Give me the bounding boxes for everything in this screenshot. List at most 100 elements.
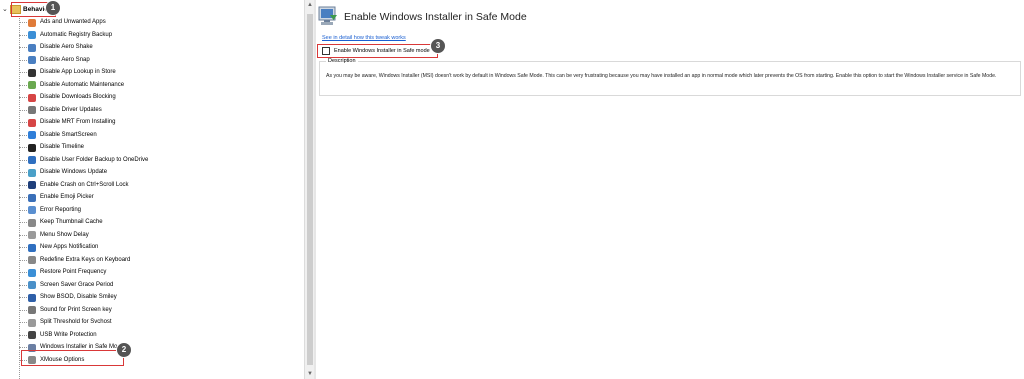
tree-item[interactable]: Disable App Lookup in Store bbox=[19, 66, 116, 79]
tree-item-label: Enable Emoji Picker bbox=[40, 194, 94, 200]
description-text: As you may be aware, Windows Installer (… bbox=[326, 73, 997, 79]
tree-item[interactable]: Disable SmartScreen bbox=[19, 129, 97, 142]
badge-3: 3 bbox=[430, 38, 446, 54]
tree-connector bbox=[19, 209, 27, 211]
tweak-icon bbox=[28, 106, 36, 114]
tweak-icon bbox=[28, 256, 36, 264]
tree-connector bbox=[19, 97, 27, 98]
scroll-up-icon[interactable]: ▲ bbox=[307, 2, 313, 8]
badge-2: 2 bbox=[116, 342, 132, 358]
tweak-icon bbox=[28, 318, 36, 327]
tweak-icon bbox=[28, 93, 36, 102]
tree-item[interactable]: Menu Show Delay bbox=[19, 229, 89, 242]
tree-connector bbox=[19, 347, 27, 348]
tree-item[interactable]: Enable Crash on Ctrl+Scroll Lock bbox=[19, 179, 129, 192]
tree-connector bbox=[19, 122, 27, 123]
tree-connector bbox=[19, 72, 27, 73]
tweak-icon bbox=[28, 168, 36, 177]
tree-item-label: Error Reporting bbox=[40, 206, 82, 213]
tweak-icon bbox=[28, 68, 36, 77]
tree-item[interactable]: Disable Downloads Blocking bbox=[19, 91, 116, 104]
highlight-selected-item bbox=[21, 350, 124, 366]
tree-connector bbox=[19, 322, 27, 323]
tree-item-label: Disable Windows Update bbox=[40, 169, 108, 175]
tree-item[interactable]: Disable Aero Shake bbox=[19, 41, 93, 54]
tree-item[interactable]: Ads and Unwanted Apps bbox=[19, 16, 106, 29]
tweak-icon bbox=[28, 206, 36, 214]
tree-item[interactable]: Automatic Registry Backup bbox=[19, 29, 112, 42]
tree-connector bbox=[19, 34, 27, 36]
tweak-details-link[interactable]: See in detail how this tweak works bbox=[322, 35, 406, 41]
tree-item-label: Disable MRT From Installing bbox=[40, 119, 116, 125]
tree-item-label: Disable Automatic Maintenance bbox=[40, 81, 125, 88]
tweak-icon bbox=[28, 31, 36, 39]
tree-item-label: Split Threshold for Svchost bbox=[40, 319, 112, 325]
tree-connector bbox=[19, 184, 27, 186]
tweak-icon bbox=[28, 181, 36, 189]
tree-connector bbox=[19, 109, 27, 111]
tree-item[interactable]: USB Write Protection bbox=[19, 329, 97, 342]
tree-connector bbox=[19, 297, 27, 298]
tree-item[interactable]: Disable Windows Update bbox=[19, 166, 107, 179]
tweak-tree[interactable]: ⌄ Behavior Ads and Unwanted Apps Automatic… bbox=[0, 0, 304, 379]
scroll-down-icon[interactable]: ▼ bbox=[307, 371, 313, 377]
tree-item-label: Disable Aero Shake bbox=[40, 44, 93, 50]
tree-item-label: Redefine Extra Keys on Keyboard bbox=[40, 256, 131, 263]
tree-item[interactable]: Screen Saver Grace Period bbox=[19, 279, 113, 292]
tree-connector bbox=[19, 159, 27, 161]
tree-scrollbar[interactable]: ▲ ▼ bbox=[304, 0, 314, 379]
tweak-icon bbox=[28, 218, 36, 227]
tree-item[interactable]: Disable Aero Snap bbox=[19, 54, 90, 67]
description-group: Description As you may be aware, Windows… bbox=[319, 58, 1021, 96]
tree-item-label: Restore Point Frequency bbox=[40, 269, 107, 275]
tweak-icon bbox=[28, 43, 36, 52]
tree-connector bbox=[19, 334, 27, 336]
tree-connector bbox=[19, 197, 27, 198]
tree-item-label: Ads and Unwanted Apps bbox=[40, 19, 106, 25]
tree-item[interactable]: Split Threshold for Svchost bbox=[19, 316, 112, 329]
page-title: Enable Windows Installer in Safe Mode bbox=[344, 11, 527, 23]
tree-connector bbox=[19, 259, 27, 261]
tweak-icon bbox=[28, 81, 36, 89]
tree-item[interactable]: Sound for Print Screen key bbox=[19, 304, 112, 317]
highlight-checkbox bbox=[317, 44, 438, 58]
tree-connector bbox=[19, 234, 27, 236]
tree-item-label: Disable Aero Snap bbox=[40, 56, 90, 63]
tree-connector bbox=[19, 134, 27, 136]
tree-item-label: Disable Timeline bbox=[40, 144, 85, 150]
tweak-icon bbox=[28, 306, 36, 314]
tree-item[interactable]: New Apps Notification bbox=[19, 241, 98, 254]
badge-1: 1 bbox=[45, 0, 61, 16]
tree-item[interactable]: Keep Thumbnail Cache bbox=[19, 216, 103, 229]
tweak-icon bbox=[28, 118, 36, 127]
tree-item-label: Menu Show Delay bbox=[40, 231, 89, 238]
tree-connector bbox=[19, 47, 27, 48]
tweak-icon bbox=[28, 193, 36, 202]
tree-item-label: Keep Thumbnail Cache bbox=[40, 219, 103, 225]
tweak-icon bbox=[28, 281, 36, 289]
tree-item[interactable]: Restore Point Frequency bbox=[19, 266, 106, 279]
tree-item[interactable]: Disable Driver Updates bbox=[19, 104, 102, 117]
tree-item[interactable]: Error Reporting bbox=[19, 204, 81, 217]
tree-item[interactable]: Show BSOD, Disable Smiley bbox=[19, 291, 117, 304]
tree-connector bbox=[19, 222, 27, 223]
tree-connector bbox=[19, 247, 27, 248]
scroll-thumb[interactable] bbox=[307, 14, 313, 365]
tweak-icon bbox=[28, 143, 36, 152]
tree-item[interactable]: Enable Emoji Picker bbox=[19, 191, 94, 204]
chevron-down-icon[interactable]: ⌄ bbox=[2, 3, 10, 16]
tree-item[interactable]: Redefine Extra Keys on Keyboard bbox=[19, 254, 130, 267]
tree-item[interactable]: Disable Timeline bbox=[19, 141, 84, 154]
tree-item[interactable]: Disable MRT From Installing bbox=[19, 116, 115, 129]
description-heading: Description bbox=[326, 58, 358, 64]
tree-connector bbox=[19, 284, 27, 286]
windows-installer-icon bbox=[318, 6, 337, 25]
tree-item-label: USB Write Protection bbox=[40, 331, 97, 338]
tree-item-label: Show BSOD, Disable Smiley bbox=[40, 294, 117, 300]
tree-item-label: Disable SmartScreen bbox=[40, 131, 97, 138]
tree-item-label: Disable User Folder Backup to OneDrive bbox=[40, 156, 149, 163]
tree-connector bbox=[19, 22, 27, 23]
tree-item-label: Screen Saver Grace Period bbox=[40, 281, 114, 288]
tree-item[interactable]: Disable Automatic Maintenance bbox=[19, 79, 124, 92]
tree-item[interactable]: Disable User Folder Backup to OneDrive bbox=[19, 154, 148, 167]
